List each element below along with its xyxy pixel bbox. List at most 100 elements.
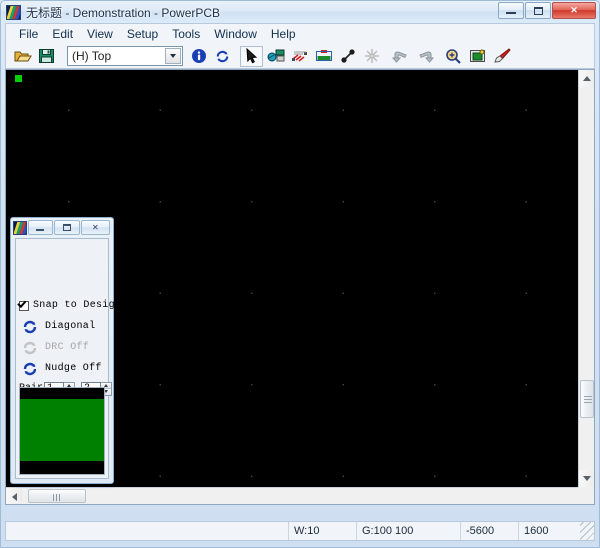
layer-combo-value: (H) Top (72, 49, 111, 63)
nudge-mode-label: Nudge Off (45, 363, 102, 374)
menu-item-view[interactable]: View (80, 25, 120, 43)
cursor-arrow-icon (245, 48, 259, 64)
select-tool-button[interactable] (240, 46, 263, 67)
undo-arrow-icon (392, 49, 410, 64)
drc-mode-label: DRC Off (45, 342, 89, 353)
scroll-down-button[interactable] (579, 470, 595, 487)
window-title: 无标题 - Demonstration - PowerPCB (26, 4, 220, 21)
status-grid[interactable]: G:100 100 (356, 522, 460, 540)
paint-brush-icon (493, 48, 511, 64)
scroll-left-button[interactable] (6, 488, 22, 505)
pcb-canvas-frame: ✕ Snap to Design G (5, 69, 595, 505)
layer-combo[interactable]: (H) Top (67, 46, 183, 66)
info-button[interactable] (187, 46, 210, 67)
maximize-button[interactable] (525, 2, 551, 19)
menu-item-window[interactable]: Window (207, 25, 264, 43)
maximize-icon (63, 224, 71, 231)
palette-title-bar[interactable]: ✕ (12, 219, 112, 236)
paint-button[interactable] (490, 46, 513, 67)
scroll-grip-icon (584, 396, 592, 403)
view-board-button[interactable] (466, 46, 489, 67)
title-bar: 无标题 - Demonstration - PowerPCB ✕ (1, 1, 599, 23)
layer-color-swatch (20, 399, 104, 461)
split-plane-icon (364, 48, 380, 64)
drc-mode-row[interactable]: DRC Off (16, 337, 108, 358)
minimize-button[interactable] (498, 2, 524, 19)
modeless-tool-palette: ✕ Snap to Design G (10, 217, 114, 484)
scroll-up-button[interactable] (579, 70, 595, 87)
close-button[interactable]: ✕ (552, 2, 596, 19)
close-icon: ✕ (570, 5, 578, 16)
design-tool-button[interactable] (264, 46, 287, 67)
pcb-board-icon (315, 48, 333, 64)
split-plane-button[interactable] (360, 46, 383, 67)
horizontal-scrollbar[interactable] (6, 487, 578, 504)
red-traces-icon (291, 48, 309, 64)
palette-body: Snap to Design G Diagonal (15, 238, 109, 479)
scroll-grip-icon (53, 494, 62, 501)
diagonal-mode-row[interactable]: Diagonal (16, 316, 108, 337)
palette-minimize-button[interactable] (28, 220, 53, 235)
save-file-button[interactable] (35, 46, 58, 67)
status-x-coordinate[interactable]: -5600 (460, 522, 518, 540)
circular-arrows-icon[interactable] (21, 318, 39, 336)
window-controls: ✕ (497, 2, 596, 19)
arrow-up-icon (583, 76, 591, 81)
menu-item-file[interactable]: File (12, 25, 45, 43)
vertical-scroll-thumb[interactable] (580, 380, 594, 418)
snap-to-design-grid-option[interactable]: Snap to Design G (16, 295, 108, 316)
zoom-button[interactable] (442, 46, 465, 67)
status-y-coordinate[interactable]: 1600 (518, 522, 580, 540)
status-bar: W:10 G:100 100 -5600 1600 (5, 521, 595, 541)
maximize-icon (534, 7, 543, 15)
circular-arrows-icon (21, 339, 39, 357)
design-palette-icon (267, 48, 285, 64)
open-file-button[interactable] (11, 46, 34, 67)
magnifier-plus-icon (445, 48, 462, 65)
diagonal-mode-label: Diagonal (45, 321, 95, 332)
status-trace-width[interactable]: W:10 (288, 522, 356, 540)
powerpcb-logo-icon (13, 221, 27, 235)
toolbar: (H) Top (5, 44, 595, 69)
minimize-icon (36, 229, 44, 231)
open-folder-icon (14, 48, 32, 64)
route-tool-button[interactable] (336, 46, 359, 67)
redo-arrow-icon (416, 49, 434, 64)
snap-to-design-grid-label: Snap to Design G (33, 300, 134, 311)
menu-item-help[interactable]: Help (264, 25, 303, 43)
arrow-down-icon (583, 476, 591, 481)
scrollbar-corner (578, 487, 594, 504)
circular-arrows-icon[interactable] (21, 360, 39, 378)
floppy-save-icon (38, 48, 55, 64)
minimize-icon (506, 12, 516, 14)
layer-color-preview[interactable] (19, 387, 105, 475)
palette-close-button[interactable]: ✕ (81, 220, 110, 235)
toolbar-separator-1 (59, 46, 64, 66)
pcb-board-button[interactable] (312, 46, 335, 67)
palette-empty-region (16, 239, 108, 295)
arrow-left-icon (12, 493, 17, 501)
undo-button[interactable] (389, 46, 412, 67)
checkbox-checked-icon[interactable] (19, 301, 29, 311)
nudge-mode-row[interactable]: Nudge Off (16, 358, 108, 379)
menu-item-tools[interactable]: Tools (165, 25, 207, 43)
menu-bar: File Edit View Setup Tools Window Help (5, 23, 595, 44)
route-line-icon (340, 48, 356, 64)
horizontal-scroll-thumb[interactable] (28, 489, 86, 503)
resize-grip-icon[interactable] (580, 522, 594, 540)
menu-item-setup[interactable]: Setup (120, 25, 165, 43)
refresh-button[interactable] (211, 46, 234, 67)
ecotool-button[interactable] (288, 46, 311, 67)
vertical-scrollbar[interactable] (578, 70, 594, 487)
status-message (6, 522, 288, 540)
chevron-down-icon[interactable] (165, 48, 181, 64)
origin-marker (15, 75, 22, 82)
view-board-icon (469, 48, 486, 64)
refresh-arrows-icon (214, 48, 231, 65)
redo-button[interactable] (413, 46, 436, 67)
powerpcb-logo-icon (6, 5, 21, 20)
close-icon: ✕ (92, 223, 99, 232)
palette-maximize-button[interactable] (54, 220, 79, 235)
application-window: 无标题 - Demonstration - PowerPCB ✕ File Ed… (0, 0, 600, 548)
menu-item-edit[interactable]: Edit (45, 25, 80, 43)
